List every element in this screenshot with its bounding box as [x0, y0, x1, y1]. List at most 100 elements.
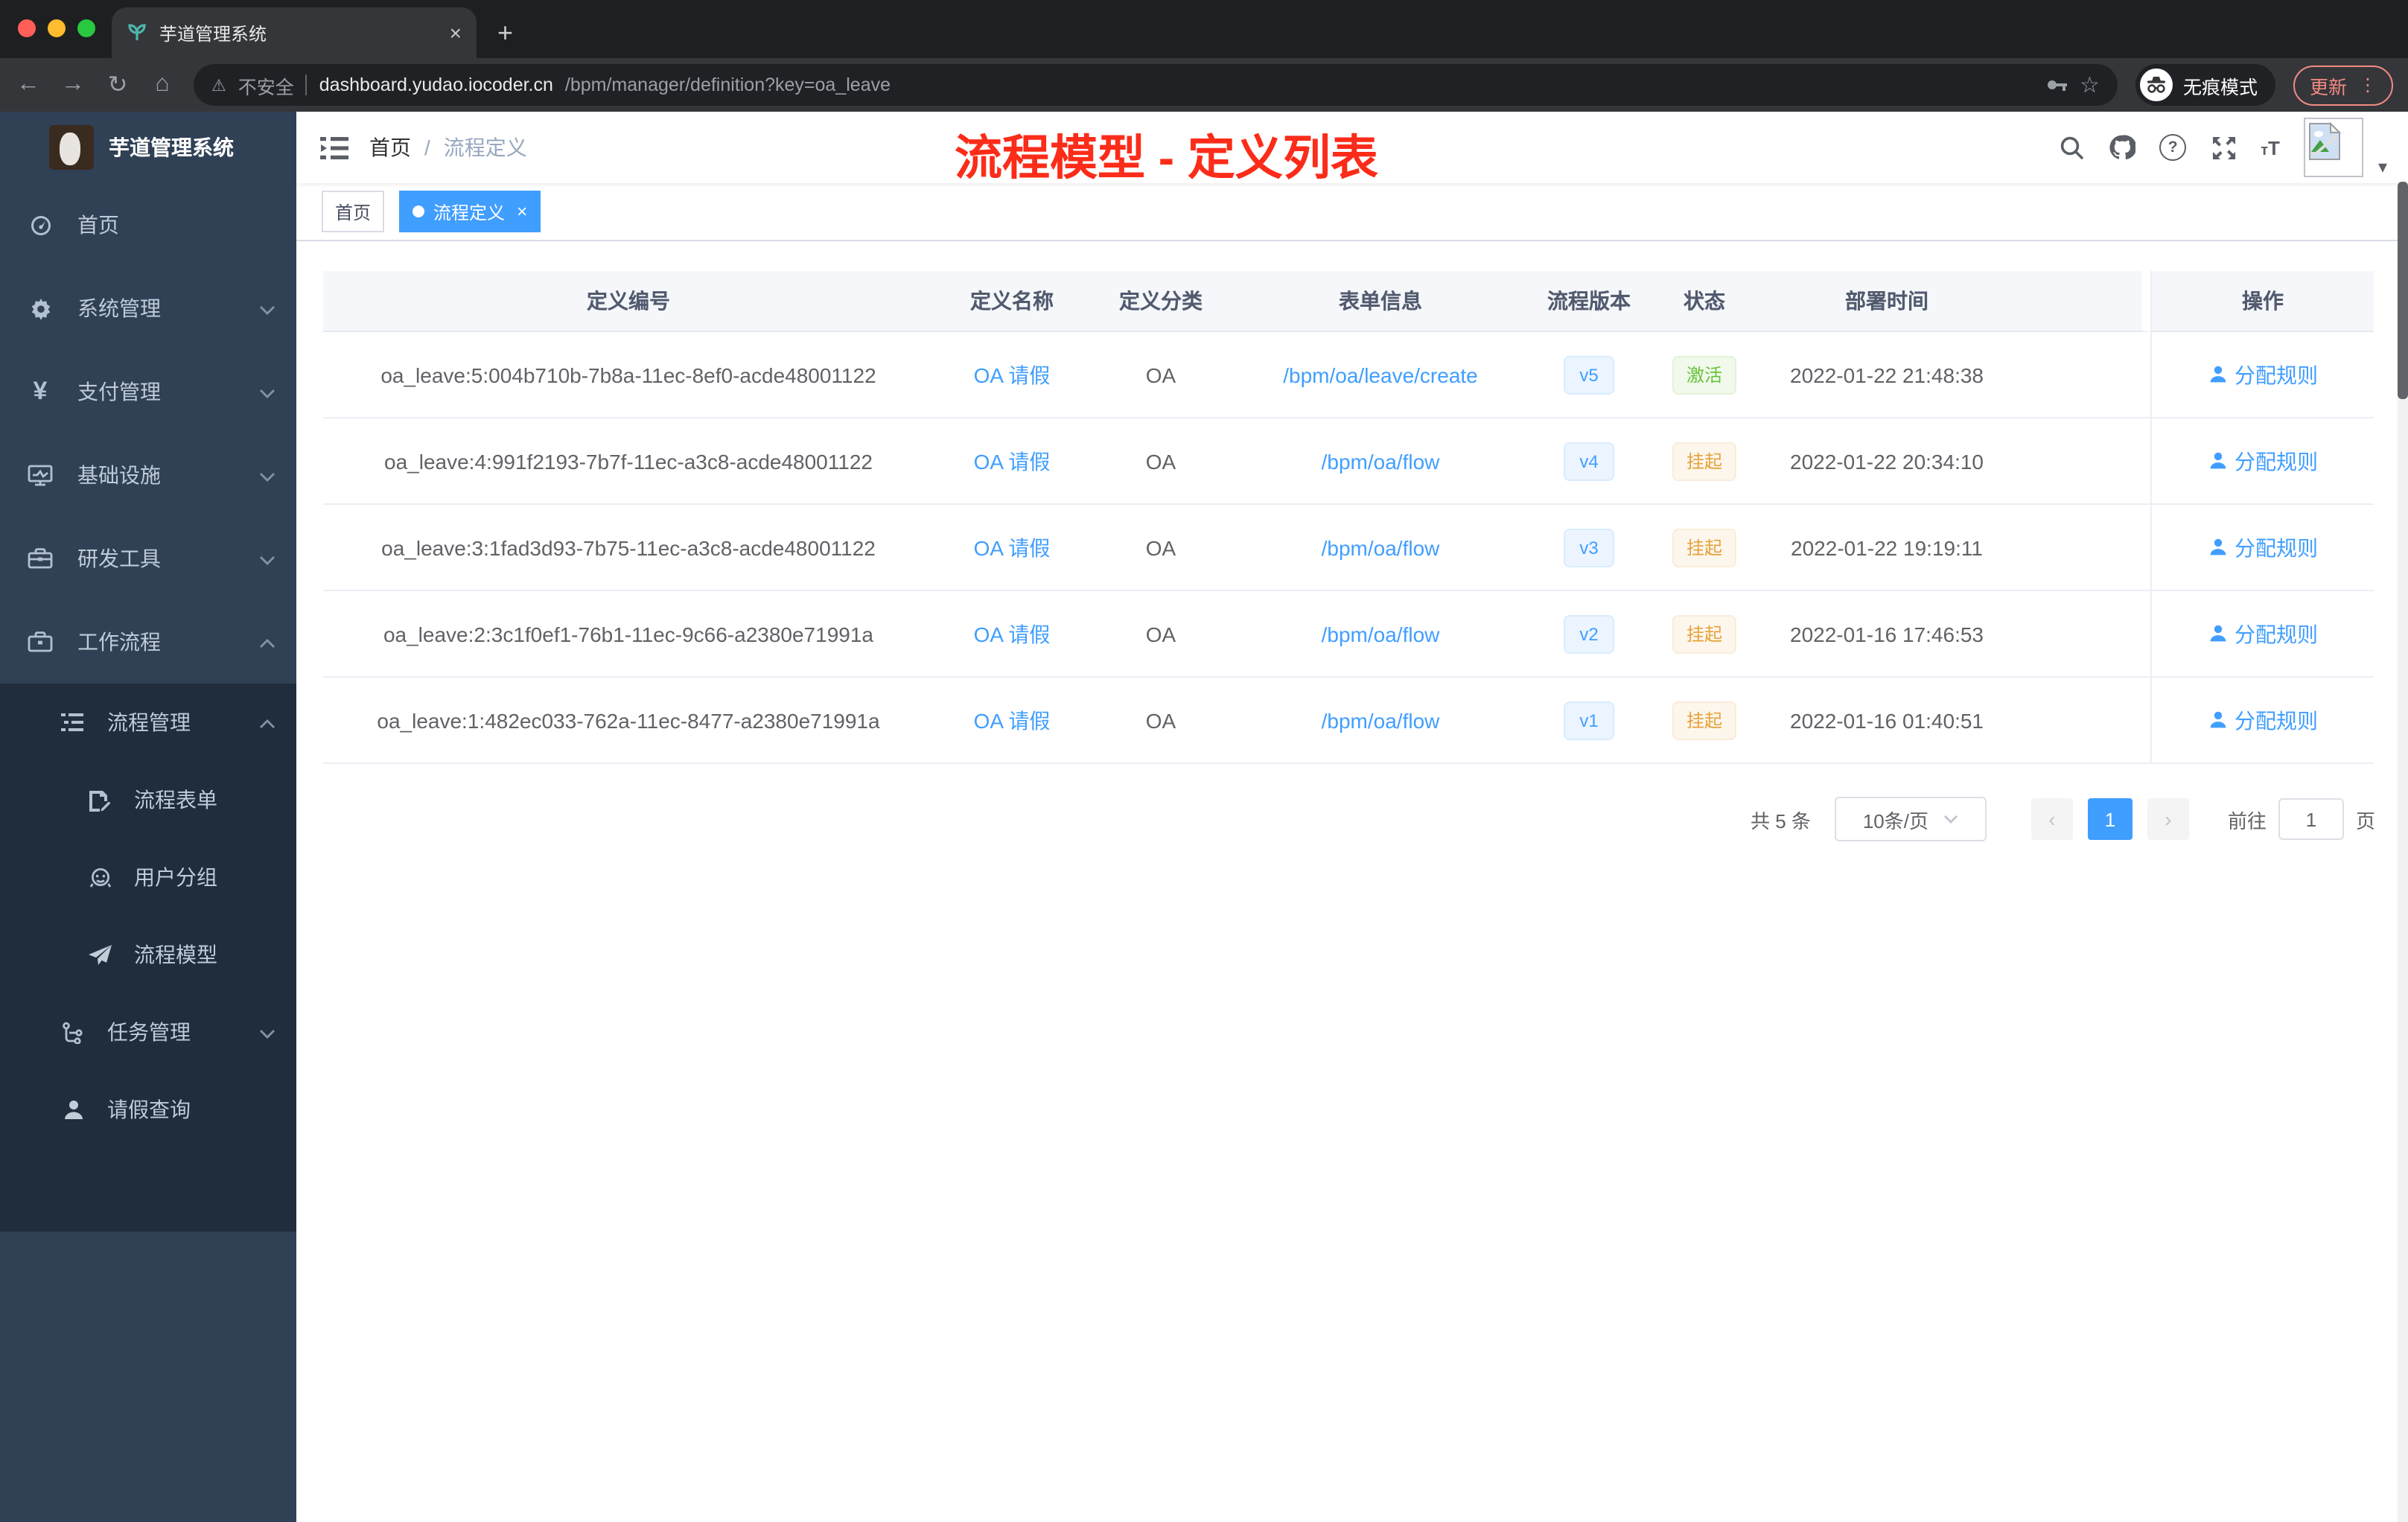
window-zoom-button[interactable]: [77, 19, 95, 37]
browser-menu-icon[interactable]: ⋮: [2359, 74, 2377, 95]
window-minimize-button[interactable]: [48, 19, 66, 37]
navbar: 首页 / 流程定义 流程模型 - 定义列表 ? тT ▾: [296, 112, 2408, 185]
sidebar-item-task-management[interactable]: 任务管理: [0, 993, 296, 1071]
definition-name-link[interactable]: OA 请假: [974, 619, 1051, 649]
app-title: 芋道管理系统: [109, 136, 234, 159]
prev-page-button[interactable]: ‹: [2030, 798, 2073, 840]
tag-close-icon[interactable]: ×: [517, 201, 527, 222]
sidebar-item-system[interactable]: 系统管理: [0, 267, 296, 350]
password-key-icon[interactable]: [2044, 73, 2068, 97]
form-link[interactable]: /bpm/oa/leave/create: [1283, 363, 1478, 386]
tag-process-definition[interactable]: 流程定义 ×: [399, 191, 541, 232]
new-tab-button[interactable]: +: [497, 18, 513, 49]
chrome-update-button[interactable]: 更新 ⋮: [2293, 65, 2393, 105]
page-size-select[interactable]: 10条/页: [1834, 797, 1987, 841]
cell-id: oa_leave:3:1fad3d93-7b75-11ec-a3c8-acde4…: [323, 505, 934, 591]
main-area: 首页 / 流程定义 流程模型 - 定义列表 ? тT ▾ 首页 流程定义 × 定…: [296, 112, 2408, 1522]
security-warning-icon: ⚠: [211, 77, 226, 95]
red-annotation-text: 流程模型 - 定义列表: [955, 131, 1378, 185]
list-tree-icon: [60, 712, 86, 733]
chevron-down-icon: [259, 463, 275, 487]
version-badge: v2: [1563, 614, 1615, 653]
sidebar-item-dev-tools[interactable]: 研发工具: [0, 517, 296, 600]
browser-tabstrip: 芋道管理系统 × +: [0, 0, 2408, 58]
sidebar-toggle-icon[interactable]: [296, 136, 369, 159]
forward-icon[interactable]: →: [60, 71, 86, 98]
gear-icon: [27, 296, 54, 321]
cell-id: oa_leave:2:3c1f0ef1-76b1-11ec-9c66-a2380…: [323, 591, 934, 678]
form-link[interactable]: /bpm/oa/flow: [1322, 708, 1440, 732]
address-bar[interactable]: ⚠ 不安全 dashboard.yudao.iocoder.cn/bpm/man…: [194, 64, 2118, 106]
sidebar-item-user-group[interactable]: 用户分组: [0, 838, 296, 916]
chevron-down-icon: [259, 380, 275, 404]
definition-name-link[interactable]: OA 请假: [974, 360, 1051, 389]
sidebar-item-infrastructure[interactable]: 基础设施: [0, 433, 296, 517]
cell-filler: [2013, 418, 2150, 505]
tag-home[interactable]: 首页: [322, 191, 385, 232]
definition-name-link[interactable]: OA 请假: [974, 705, 1051, 735]
incognito-indicator: 无痕模式: [2135, 64, 2275, 106]
sidebar-item-leave-query[interactable]: 请假查询: [0, 1071, 296, 1148]
sidebar-item-payment[interactable]: ¥ 支付管理: [0, 350, 296, 433]
assign-rule-link[interactable]: 分配规则: [2208, 446, 2318, 476]
user-menu-caret-icon[interactable]: ▾: [2378, 156, 2387, 177]
sidebar-item-process-model[interactable]: 流程模型: [0, 916, 296, 993]
scrollbar-thumb[interactable]: [2398, 182, 2408, 399]
bookmark-star-icon[interactable]: ☆: [2080, 71, 2100, 98]
breadcrumb-home[interactable]: 首页: [369, 133, 411, 162]
github-icon[interactable]: [2109, 134, 2136, 161]
chevron-up-icon: [259, 710, 275, 734]
col-header-filler: [2013, 271, 2150, 332]
next-page-button[interactable]: ›: [2147, 798, 2189, 840]
cell-filler: [2013, 332, 2150, 418]
active-tag-dot: [413, 206, 425, 217]
font-size-icon[interactable]: тT: [2261, 136, 2280, 159]
reload-icon[interactable]: ↻: [104, 70, 131, 100]
col-header-deploy-time: 部署时间: [1760, 271, 2013, 332]
sidebar-item-process-management[interactable]: 流程管理: [0, 684, 296, 761]
col-header-status: 状态: [1649, 271, 1760, 332]
col-header-name: 定义名称: [934, 271, 1090, 332]
sidebar: 芋道管理系统 首页 系统管理 ¥ 支付管理 基础设施 研发工具 工作流程 流程管…: [0, 112, 296, 1522]
cell-deploy-time: 2022-01-16 01:40:51: [1760, 678, 2013, 764]
sidebar-item-home[interactable]: 首页: [0, 183, 296, 267]
assign-rule-link[interactable]: 分配规则: [2208, 619, 2318, 649]
cell-filler: [2013, 591, 2150, 678]
people-icon: [86, 866, 113, 888]
security-label[interactable]: 不安全: [238, 71, 294, 99]
url-domain: dashboard.yudao.iocoder.cn: [319, 74, 553, 95]
fullscreen-icon[interactable]: [2210, 134, 2237, 161]
page-number-button[interactable]: 1: [2087, 798, 2133, 840]
sidebar-item-process-form[interactable]: 流程表单: [0, 761, 296, 838]
assign-rule-link[interactable]: 分配规则: [2208, 532, 2318, 562]
cell-filler: [2013, 678, 2150, 764]
sidebar-logo[interactable]: 芋道管理系统: [0, 112, 296, 183]
back-icon[interactable]: ←: [15, 71, 42, 98]
tab-close-icon[interactable]: ×: [450, 21, 462, 45]
yuan-icon: ¥: [33, 377, 48, 405]
macos-traffic-lights: [18, 19, 95, 37]
browser-tab[interactable]: 芋道管理系统 ×: [112, 7, 477, 58]
window-close-button[interactable]: [18, 19, 36, 37]
pagination-total: 共 5 条: [1751, 809, 1811, 832]
definition-name-link[interactable]: OA 请假: [974, 446, 1051, 476]
assign-rule-link[interactable]: 分配规则: [2208, 360, 2318, 389]
search-icon[interactable]: [2058, 134, 2085, 161]
document-edit-icon: [86, 789, 113, 811]
avatar[interactable]: [2303, 118, 2363, 177]
definition-name-link[interactable]: OA 请假: [974, 532, 1051, 562]
form-link[interactable]: /bpm/oa/flow: [1322, 449, 1440, 473]
help-icon[interactable]: ?: [2159, 134, 2187, 161]
cell-category: OA: [1090, 418, 1232, 505]
tab-title: 芋道管理系统: [159, 23, 267, 44]
cell-id: oa_leave:5:004b710b-7b8a-11ec-8ef0-acde4…: [323, 332, 934, 418]
assign-rule-link[interactable]: 分配规则: [2208, 705, 2318, 735]
goto-page-input[interactable]: 1: [2278, 798, 2344, 840]
favicon-seedling-icon: [127, 20, 147, 45]
home-icon[interactable]: ⌂: [149, 71, 176, 98]
sidebar-item-workflow[interactable]: 工作流程: [0, 600, 296, 684]
page-scrollbar[interactable]: [2398, 182, 2408, 1522]
form-link[interactable]: /bpm/oa/flow: [1322, 622, 1440, 646]
form-link[interactable]: /bpm/oa/flow: [1322, 535, 1440, 559]
chevron-up-icon: [259, 630, 275, 654]
